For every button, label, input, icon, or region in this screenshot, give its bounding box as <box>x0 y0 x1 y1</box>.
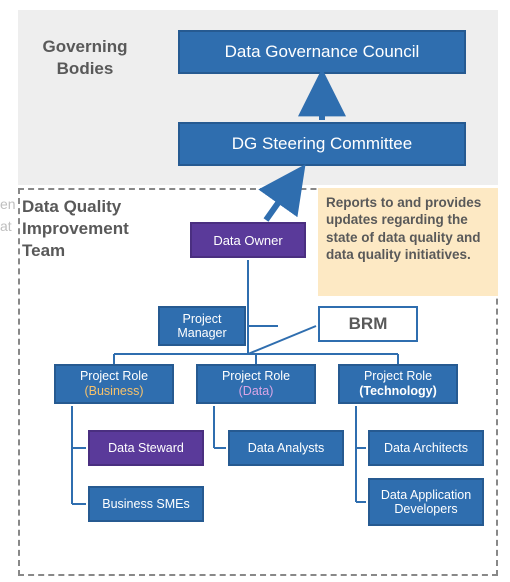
data-owner-box: Data Owner <box>190 222 306 258</box>
role-title: Project Role <box>364 369 432 384</box>
business-smes-box: Business SMEs <box>88 486 204 522</box>
role-subtitle: (Data) <box>239 384 274 399</box>
data-governance-council-box: Data Governance Council <box>178 30 466 74</box>
project-role-business-box: Project Role (Business) <box>54 364 174 404</box>
data-application-developers-box: Data Application Developers <box>368 478 484 526</box>
dg-steering-committee-box: DG Steering Committee <box>178 122 466 166</box>
brm-box: BRM <box>318 306 418 342</box>
data-architects-box: Data Architects <box>368 430 484 466</box>
cropped-text-en: en <box>0 196 16 212</box>
project-role-data-box: Project Role (Data) <box>196 364 316 404</box>
project-manager-box: Project Manager <box>158 306 246 346</box>
cropped-text-at: at <box>0 218 12 234</box>
project-role-technology-box: Project Role (Technology) <box>338 364 458 404</box>
role-title: Project Role <box>222 369 290 384</box>
data-steward-box: Data Steward <box>88 430 204 466</box>
callout-note: Reports to and provides updates regardin… <box>318 188 498 296</box>
data-analysts-box: Data Analysts <box>228 430 344 466</box>
role-subtitle: (Business) <box>84 384 143 399</box>
role-title: Project Role <box>80 369 148 384</box>
governing-bodies-label: Governing Bodies <box>30 36 140 80</box>
data-quality-team-label: Data Quality Improvement Team <box>22 196 162 262</box>
role-subtitle: (Technology) <box>359 384 437 399</box>
